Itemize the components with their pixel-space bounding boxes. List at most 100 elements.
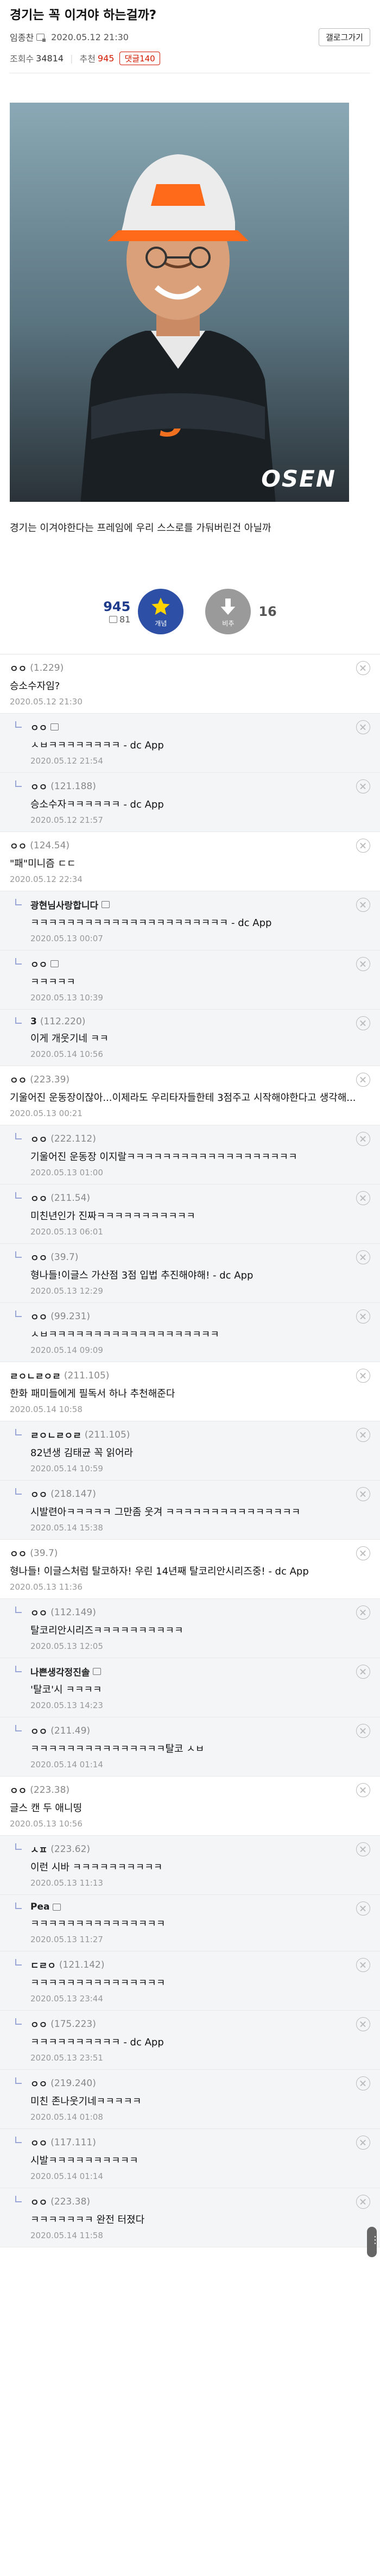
comment-author-row: 나쁜생각정진솔	[30, 1665, 370, 1678]
comment-text: 한화 패미들에게 필독서 하나 추천해준다	[10, 1388, 175, 1400]
comment-text: 글스 캔 두 애니띵	[10, 1803, 83, 1815]
star-icon	[151, 597, 170, 615]
comment-text: ㅋㅋㅋㅋㅋㅋㅋ 완전 터졌다	[30, 2214, 145, 2226]
comment-nickname[interactable]: ㄷㄹㅇ	[30, 1958, 56, 1972]
comment-nickname[interactable]: ㅇㅇ	[30, 1132, 47, 1145]
author-name[interactable]: 임종찬	[10, 30, 34, 43]
comment-nickname[interactable]: ㅇㅇ	[30, 1191, 47, 1205]
comment-ip: (223.39)	[30, 1074, 70, 1085]
comment-ip: (121.142)	[59, 1959, 105, 1970]
comment-nickname[interactable]: ㅇㅇ	[30, 720, 47, 734]
comment-date: 2020.05.13 11:13	[30, 1878, 103, 1888]
comment-nickname[interactable]: ㅇㅇ	[30, 1487, 47, 1501]
comment-text: ㅋㅋㅋㅋㅋㅋㅋㅋㅋㅋㅋㅋㅋㅋㅋ탈코 ㅅㅂ	[30, 1743, 205, 1755]
comment-text: 승소수자ㅋㅋㅋㅋㅋㅋ - dc App	[30, 799, 164, 811]
comment-nickname[interactable]: ㅇㅇ	[10, 1073, 27, 1086]
comment-nickname[interactable]: ㅇㅇ	[10, 661, 27, 675]
comment-text: ㅅㅂㅋㅋㅋㅋㅋㅋㅋㅋㅋㅋㅋㅋㅋㅋㅋㅋㅋㅋㅋ	[30, 1329, 219, 1341]
comment-author-row: ㅇㅇ (1.229)	[10, 661, 370, 675]
comment-text: 탈코리안시리즈ㅋㅋㅋㅋㅋㅋㅋㅋㅋㅋ	[30, 1625, 183, 1637]
comment-date: 2020.05.12 21:30	[10, 697, 83, 707]
comment-ip: (211.49)	[50, 1725, 91, 1736]
fixed-nick-icon	[53, 1903, 61, 1911]
views-label: 조회수	[10, 54, 34, 65]
comment-reply: ㅇㅇ (121.188) 승소수자ㅋㅋㅋㅋㅋㅋ - dc App 2020.05.12…	[0, 773, 380, 833]
reply-arrow-icon	[15, 2137, 22, 2144]
reply-arrow-icon	[15, 1725, 22, 1732]
comment-reply: ㅇㅇ ㅋㅋㅋㅋㅋ 2020.05.13 10:39	[0, 950, 380, 1010]
comment-nickname[interactable]: ㄹㅇㄴㄹㅇㄹ	[10, 1369, 61, 1382]
comment-date: 2020.05.14 10:58	[10, 1404, 83, 1415]
comment-ip: (219.240)	[50, 2077, 96, 2089]
comment-ip: (112.149)	[50, 1607, 96, 1618]
views-count: 34814	[36, 53, 64, 64]
scroll-handle[interactable]	[367, 2227, 380, 2257]
comment-nickname[interactable]: ㅇㅇ	[30, 2195, 47, 2208]
reply-arrow-icon	[15, 958, 22, 965]
comment-ip: (99.231)	[50, 1311, 91, 1322]
fixed-nick-icon	[50, 723, 59, 731]
comment-date: 2020.05.13 12:29	[30, 1286, 103, 1296]
comment-nickname[interactable]: ㅇㅇ	[30, 957, 47, 971]
reply-arrow-icon	[15, 1488, 22, 1495]
comment-nickname[interactable]: ㅇㅇ	[30, 1605, 47, 1619]
comment-date: 2020.05.13 23:51	[30, 2053, 103, 2063]
comment-nickname[interactable]: ㄹㅇㄴㄹㅇㄹ	[30, 1428, 81, 1441]
comment-nickname[interactable]: ㅇㅇ	[30, 779, 47, 793]
gallog-button[interactable]: 갤로그가기	[318, 28, 370, 46]
comment-ip: (121.188)	[50, 780, 96, 792]
comment-nickname[interactable]: ㅇㅇ	[30, 1250, 47, 1264]
comment-ip: (211.54)	[50, 1192, 91, 1204]
comment-date: 2020.05.14 10:59	[30, 1464, 103, 1474]
comment-reply: 나쁜생각정진솔 '탈코'시 ㅋㅋㅋㅋ 2020.05.13 14:23	[0, 1658, 380, 1718]
comment-text: 형나들!이글스 가산점 3점 입법 추진해야해! - dc App	[30, 1270, 254, 1282]
comment-reply: Pea ㅋㅋㅋㅋㅋㅋㅋㅋㅋㅋㅋㅋㅋㅋㅋ 2020.05.13 11:27	[0, 1895, 380, 1952]
reply-arrow-icon	[15, 899, 22, 906]
fixed-nick-icon	[109, 615, 117, 623]
reply-arrow-icon	[15, 1017, 22, 1024]
comment-text: ㅋㅋㅋㅋㅋㅋㅋㅋㅋㅋㅋㅋㅋㅋㅋㅋㅋㅋㅋㅋㅋㅋ - dc App	[30, 917, 272, 929]
comment-text: 이게 개웃기네 ㅋㅋ	[30, 1033, 109, 1045]
comment-nickname[interactable]: 광현님사랑합니다	[30, 898, 98, 911]
comment-text: '탈코'시 ㅋㅋㅋㅋ	[30, 1684, 102, 1696]
comment-nickname[interactable]: ㅇㅇ	[30, 2136, 47, 2149]
comment-nickname[interactable]: ㅇㅇ	[30, 2076, 47, 2090]
comment-author-row: ㅇㅇ (124.54)	[10, 839, 370, 853]
comment-nickname[interactable]: ㅇㅇ	[10, 839, 27, 852]
reply-arrow-icon	[15, 1903, 22, 1910]
comment-nickname[interactable]: 나쁜생각정진솔	[30, 1665, 90, 1678]
comment-nickname[interactable]: ㅇㅇ	[30, 1309, 47, 1323]
post-photo: Eag OSEN	[10, 102, 349, 502]
comment-nickname[interactable]: ㅅㅍ	[30, 1842, 47, 1856]
recommend-up-button[interactable]: 개념	[138, 589, 184, 635]
comment-reply: ㅇㅇ (39.7) 형나들!이글스 가산점 3점 입법 추진해야해! - dc Ap…	[0, 1244, 380, 1303]
fixed-user-count: 81	[103, 614, 130, 625]
comment-reply: ㅇㅇ (112.149) 탈코리안시리즈ㅋㅋㅋㅋㅋㅋㅋㅋㅋㅋ 2020.05.13 1…	[0, 1599, 380, 1659]
recommend-area: 945 81 개념 비추 16	[0, 584, 380, 639]
comment-nickname[interactable]: 3	[30, 1016, 37, 1027]
comment-ip: (222.112)	[50, 1133, 96, 1144]
comment-date: 2020.05.13 10:56	[10, 1819, 83, 1829]
comment-author-row: ㅇㅇ (223.38)	[10, 1783, 370, 1797]
comment-reply: ㅇㅇ (219.240) 미친 존나웃기네ㅋㅋㅋㅋㅋ 2020.05.14 01:08	[0, 2070, 380, 2130]
recommend-count: 945	[97, 53, 115, 64]
comment-nickname[interactable]: ㅇㅇ	[10, 1546, 27, 1560]
comment-author-row: ㅇㅇ (211.54)	[30, 1191, 370, 1205]
comment-author-row: ㅇㅇ	[30, 720, 370, 734]
recommend-down-button[interactable]: 비추	[205, 589, 251, 635]
comment-nickname[interactable]: ㅇㅇ	[30, 1724, 47, 1737]
comment-date: 2020.05.14 01:14	[30, 1760, 103, 1770]
comment-nickname[interactable]: Pea	[30, 1901, 49, 1912]
comment: ㅇㅇ (124.54) "패"미니즘 ㄷㄷ 2020.05.12 22:34	[0, 832, 380, 892]
comment-nickname[interactable]: ㅇㅇ	[30, 2017, 47, 2031]
comment-date: 2020.05.13 06:01	[30, 1227, 103, 1237]
comment-ip: (211.105)	[84, 1429, 130, 1440]
comment-date: 2020.05.13 12:05	[30, 1641, 103, 1652]
comment-count-button[interactable]: 댓글140	[119, 51, 160, 65]
delete-comment-icon[interactable]	[356, 1016, 370, 1031]
comment-reply: 광현님사랑합니다 ㅋㅋㅋㅋㅋㅋㅋㅋㅋㅋㅋㅋㅋㅋㅋㅋㅋㅋㅋㅋㅋㅋ - dc App 2…	[0, 891, 380, 951]
post-body: 경기는 이겨야한다는 프레임에 우리 스스로를 가둬버린건 아닐까	[10, 522, 271, 534]
comment-nickname[interactable]: ㅇㅇ	[10, 1783, 27, 1797]
delete-comment-icon[interactable]	[356, 1901, 370, 1916]
comment-date: 2020.05.13 14:23	[30, 1700, 103, 1711]
